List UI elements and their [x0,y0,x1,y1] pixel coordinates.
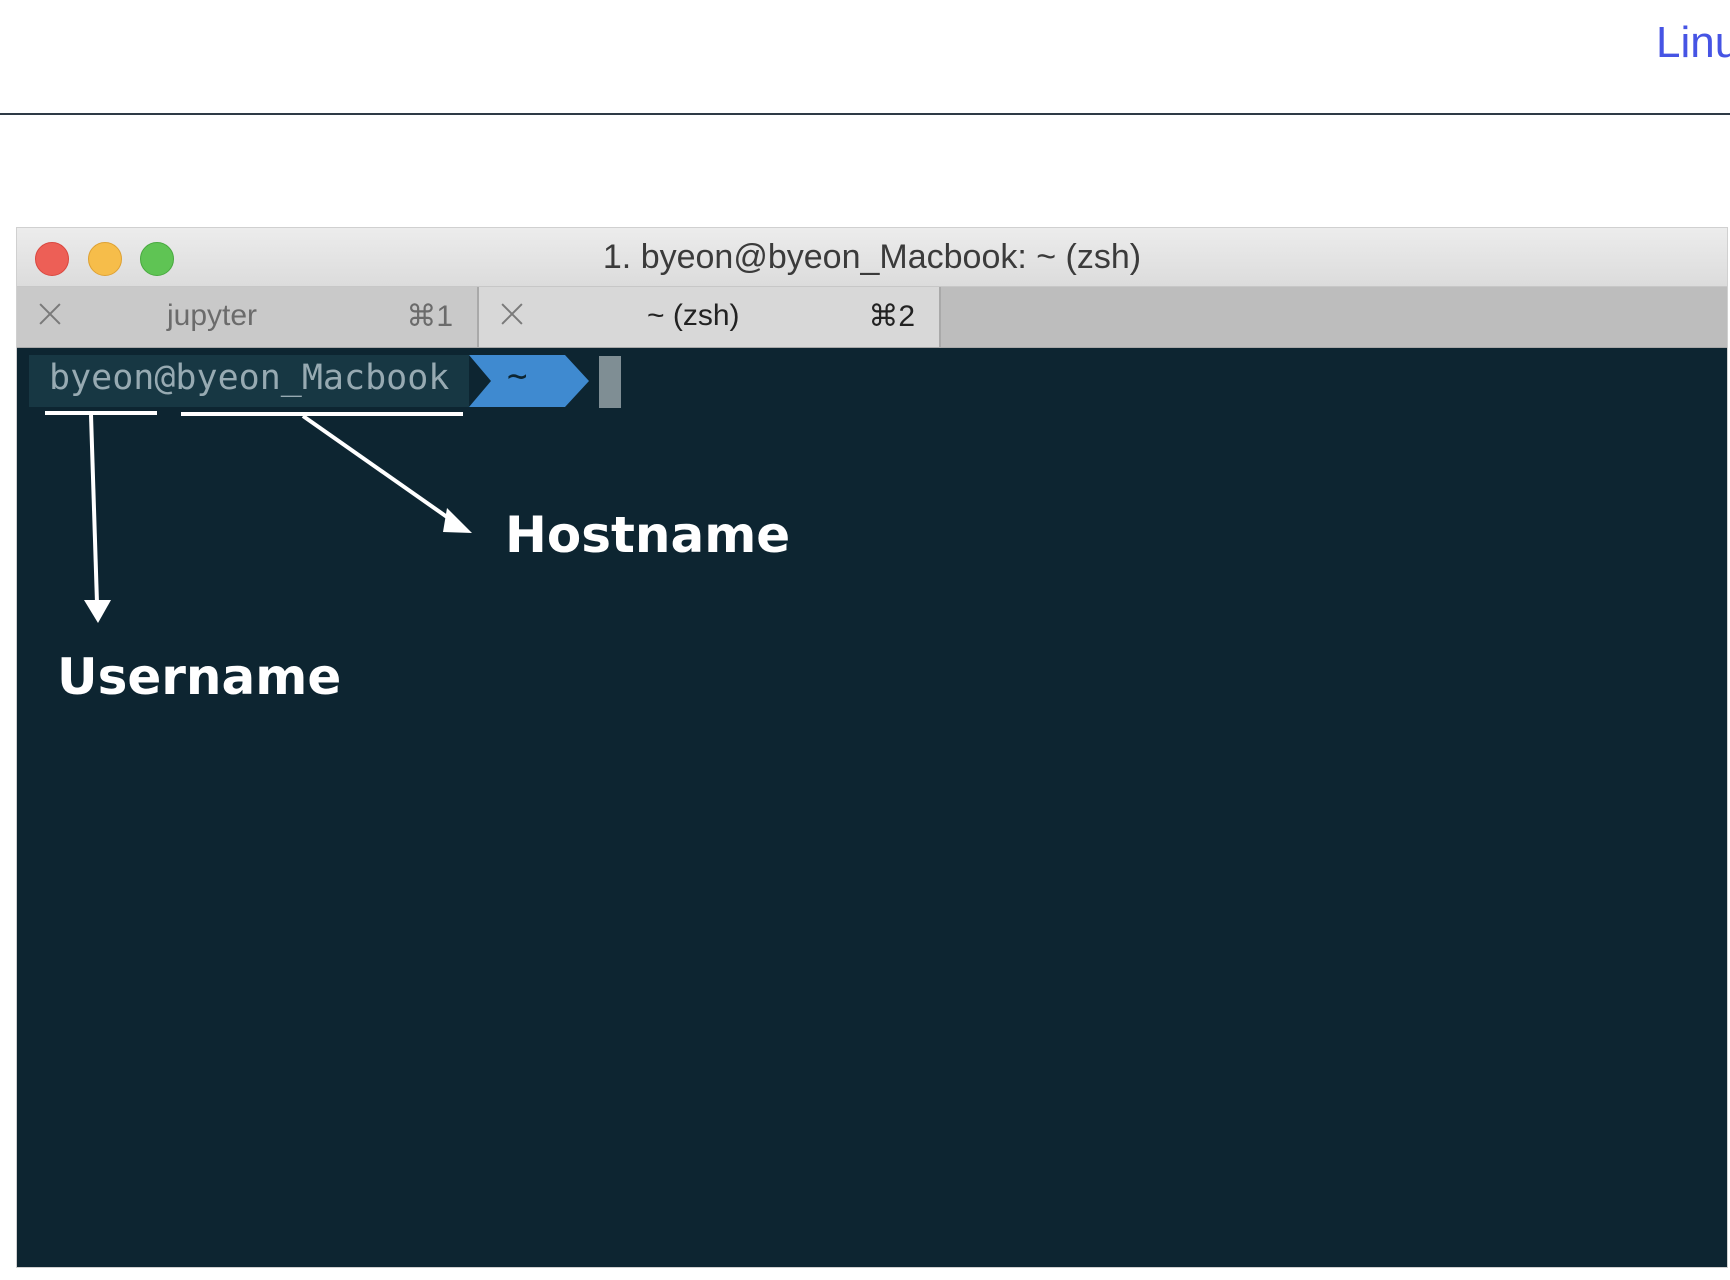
tab-shortcut: ⌘2 [868,300,915,333]
hostname-arrow-head [443,508,472,533]
window-titlebar[interactable]: 1. byeon@byeon_Macbook: ~ (zsh) [17,228,1727,287]
tab-jupyter[interactable]: jupyter ⌘1 [17,287,479,347]
tab-shortcut: ⌘1 [406,300,453,333]
annotation-arrows [45,411,472,623]
username-annotation: Username [57,648,342,706]
window-title: 1. byeon@byeon_Macbook: ~ (zsh) [17,238,1727,277]
tab-label: jupyter [167,299,258,332]
username-arrow-head [84,600,111,623]
hostname-annotation: Hostname [505,506,791,564]
tab-zsh[interactable]: ~ (zsh) ⌘2 [479,287,941,347]
close-tab-icon[interactable] [497,299,527,329]
nav-link-linux[interactable]: Linux [1656,18,1730,68]
terminal-window: 1. byeon@byeon_Macbook: ~ (zsh) jupyter … [17,228,1727,1267]
close-tab-icon[interactable] [35,299,65,329]
header-divider [0,113,1730,115]
terminal-content[interactable]: byeon@byeon_Macbook ~ Hostname Username [17,348,1727,1267]
hostname-arrow-line [301,414,459,526]
window-title-text: 1. byeon@byeon_Macbook: ~ (zsh) [602,238,1142,276]
tab-label: ~ (zsh) [647,299,740,332]
username-arrow-line [89,414,99,604]
tab-bar: jupyter ⌘1 ~ (zsh) ⌘2 [17,287,1727,348]
page: Linux 1. byeon@byeon_Macbook: ~ (zsh) ju… [0,0,1730,1280]
